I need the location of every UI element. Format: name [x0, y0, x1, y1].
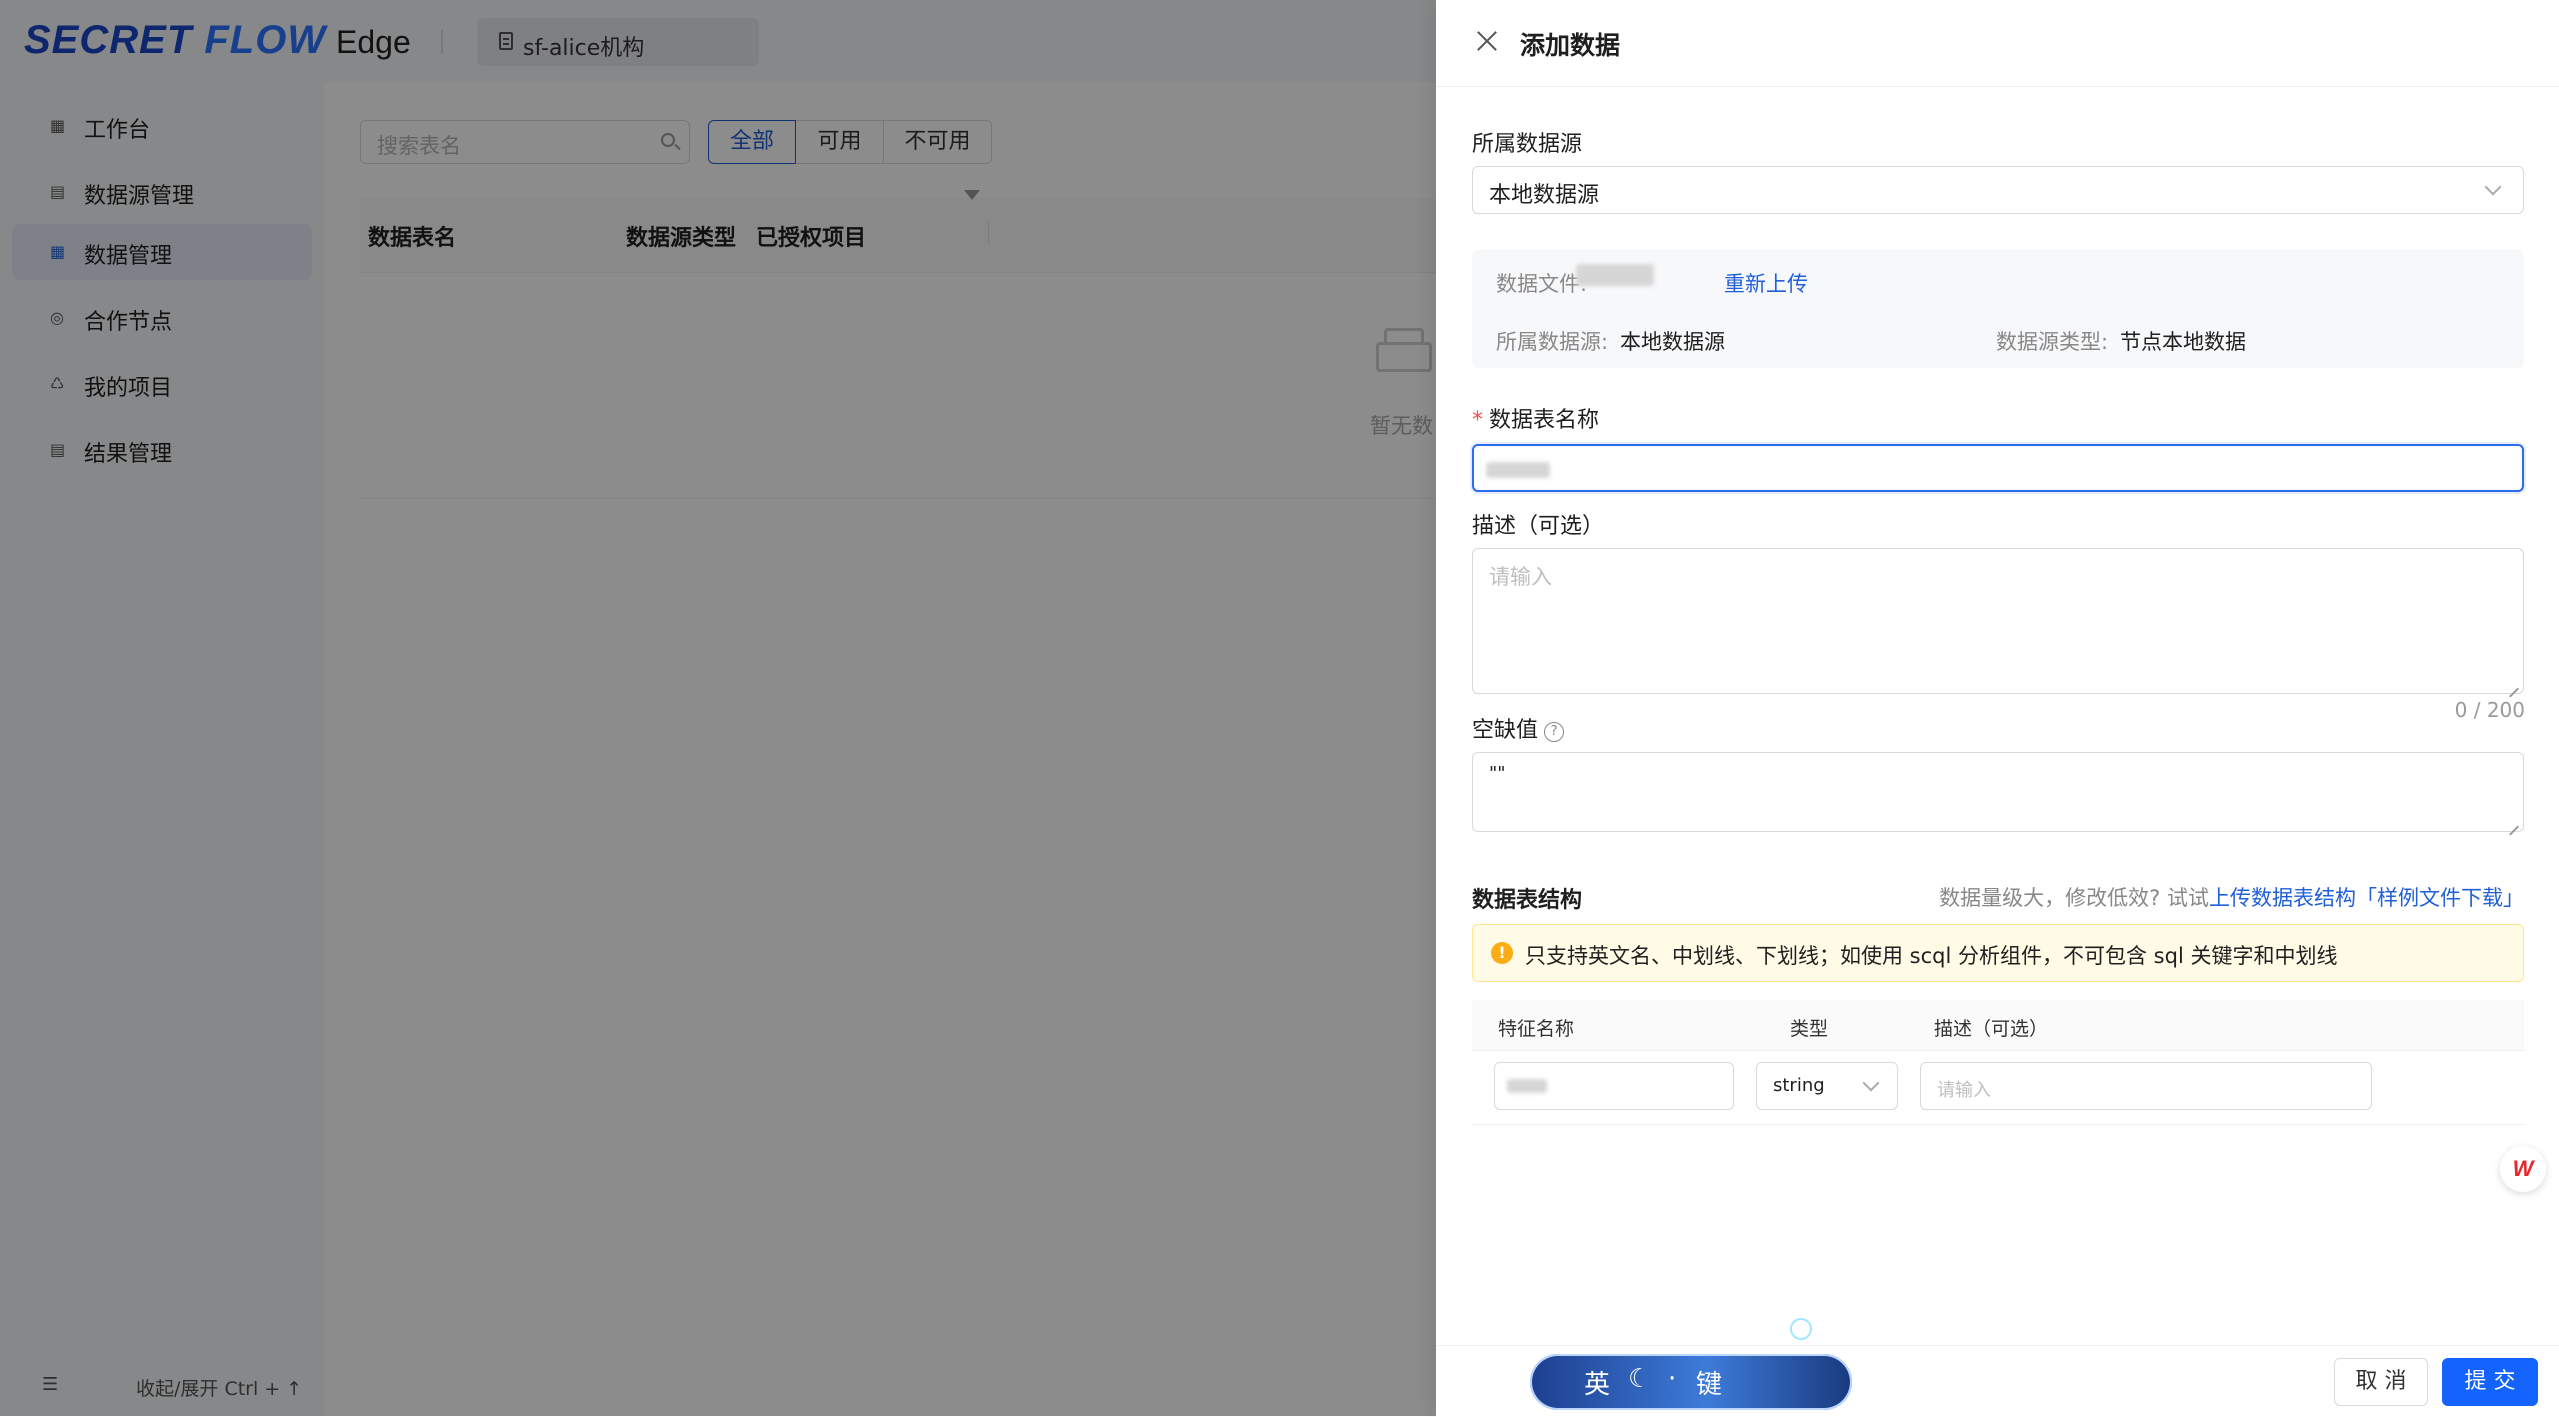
- drawer-header: 添加数据: [1436, 0, 2559, 87]
- submit-button[interactable]: 提 交: [2442, 1358, 2538, 1406]
- description-counter: 0 / 200: [2454, 698, 2525, 722]
- ime-dot: ·: [1668, 1364, 1677, 1394]
- table-name-input[interactable]: [1472, 444, 2524, 492]
- keyboard-icon[interactable]: 键: [1696, 1364, 1722, 1401]
- column-feature-name: 特征名称: [1498, 1018, 1575, 1040]
- schema-table-header: 特征名称 类型 描述（可选）: [1472, 1000, 2524, 1051]
- table-name-label: * 数据表名称: [1472, 408, 1600, 433]
- file-info-box: 数据文件: 重新上传 所属数据源: 本地数据源 数据源类型: 节点本地数据: [1472, 250, 2524, 368]
- moon-icon[interactable]: ☾: [1628, 1364, 1651, 1394]
- help-icon[interactable]: ?: [1544, 722, 1565, 742]
- schema-row: string 请输入: [1472, 1050, 2524, 1125]
- column-description: 描述（可选）: [1934, 1018, 2049, 1040]
- bubble-icon: [1790, 1318, 1812, 1340]
- datasource-select[interactable]: 本地数据源: [1472, 166, 2524, 214]
- blurred-table-name: [1486, 462, 1550, 478]
- modal-mask[interactable]: [0, 0, 1436, 1416]
- null-value-label: 空缺值?: [1472, 712, 1565, 744]
- feature-name-input[interactable]: [1494, 1062, 1734, 1110]
- ime-mode[interactable]: 英: [1584, 1364, 1610, 1401]
- schema-warning: ! 只支持英文名、中划线、下划线；如使用 scql 分析组件，不可包含 sql …: [1472, 924, 2524, 982]
- description-label: 描述（可选）: [1472, 514, 1605, 539]
- chevron-down-icon: [2484, 178, 2502, 196]
- schema-hint: 数据量级大，修改低效? 试试上传数据表结构「样例文件下载」: [1939, 886, 2524, 910]
- add-data-drawer: 添加数据 所属数据源 本地数据源 数据文件: 重新上传 所属数据源: 本地数据源…: [1436, 0, 2559, 1417]
- cancel-button[interactable]: 取 消: [2334, 1358, 2428, 1406]
- ds-key: 所属数据源:: [1496, 330, 1609, 354]
- close-icon[interactable]: [1476, 30, 1498, 52]
- resize-handle-icon[interactable]: [2509, 679, 2519, 689]
- ds-value: 本地数据源: [1620, 330, 1725, 354]
- chevron-down-icon: [1862, 1074, 1880, 1092]
- type-key: 数据源类型:: [1996, 330, 2109, 354]
- wps-icon[interactable]: W: [2500, 1146, 2546, 1192]
- drawer-title: 添加数据: [1520, 31, 1621, 60]
- null-value-textarea[interactable]: "": [1472, 752, 2524, 832]
- resize-handle-icon[interactable]: [2509, 817, 2519, 827]
- reupload-link[interactable]: 重新上传: [1724, 268, 1808, 298]
- blurred-feature-name: [1507, 1079, 1547, 1093]
- upload-schema-link[interactable]: 上传数据表结构「样例文件下载」: [2209, 886, 2524, 910]
- type-value: 节点本地数据: [2120, 330, 2246, 354]
- warning-icon: !: [1491, 942, 1513, 964]
- column-type: 类型: [1790, 1018, 1829, 1040]
- feature-description-input[interactable]: 请输入: [1920, 1062, 2372, 1110]
- file-key: 数据文件:: [1496, 272, 1588, 296]
- blurred-filename: [1576, 264, 1654, 286]
- schema-title: 数据表结构: [1472, 888, 1583, 913]
- datasource-label: 所属数据源: [1472, 132, 1583, 157]
- ime-pill[interactable]: 英 ☾ · 键: [1530, 1354, 1852, 1410]
- description-textarea[interactable]: 请输入: [1472, 548, 2524, 694]
- ime-toolbar[interactable]: 英 ☾ · 键: [1526, 1318, 1856, 1416]
- feature-type-select[interactable]: string: [1756, 1062, 1898, 1110]
